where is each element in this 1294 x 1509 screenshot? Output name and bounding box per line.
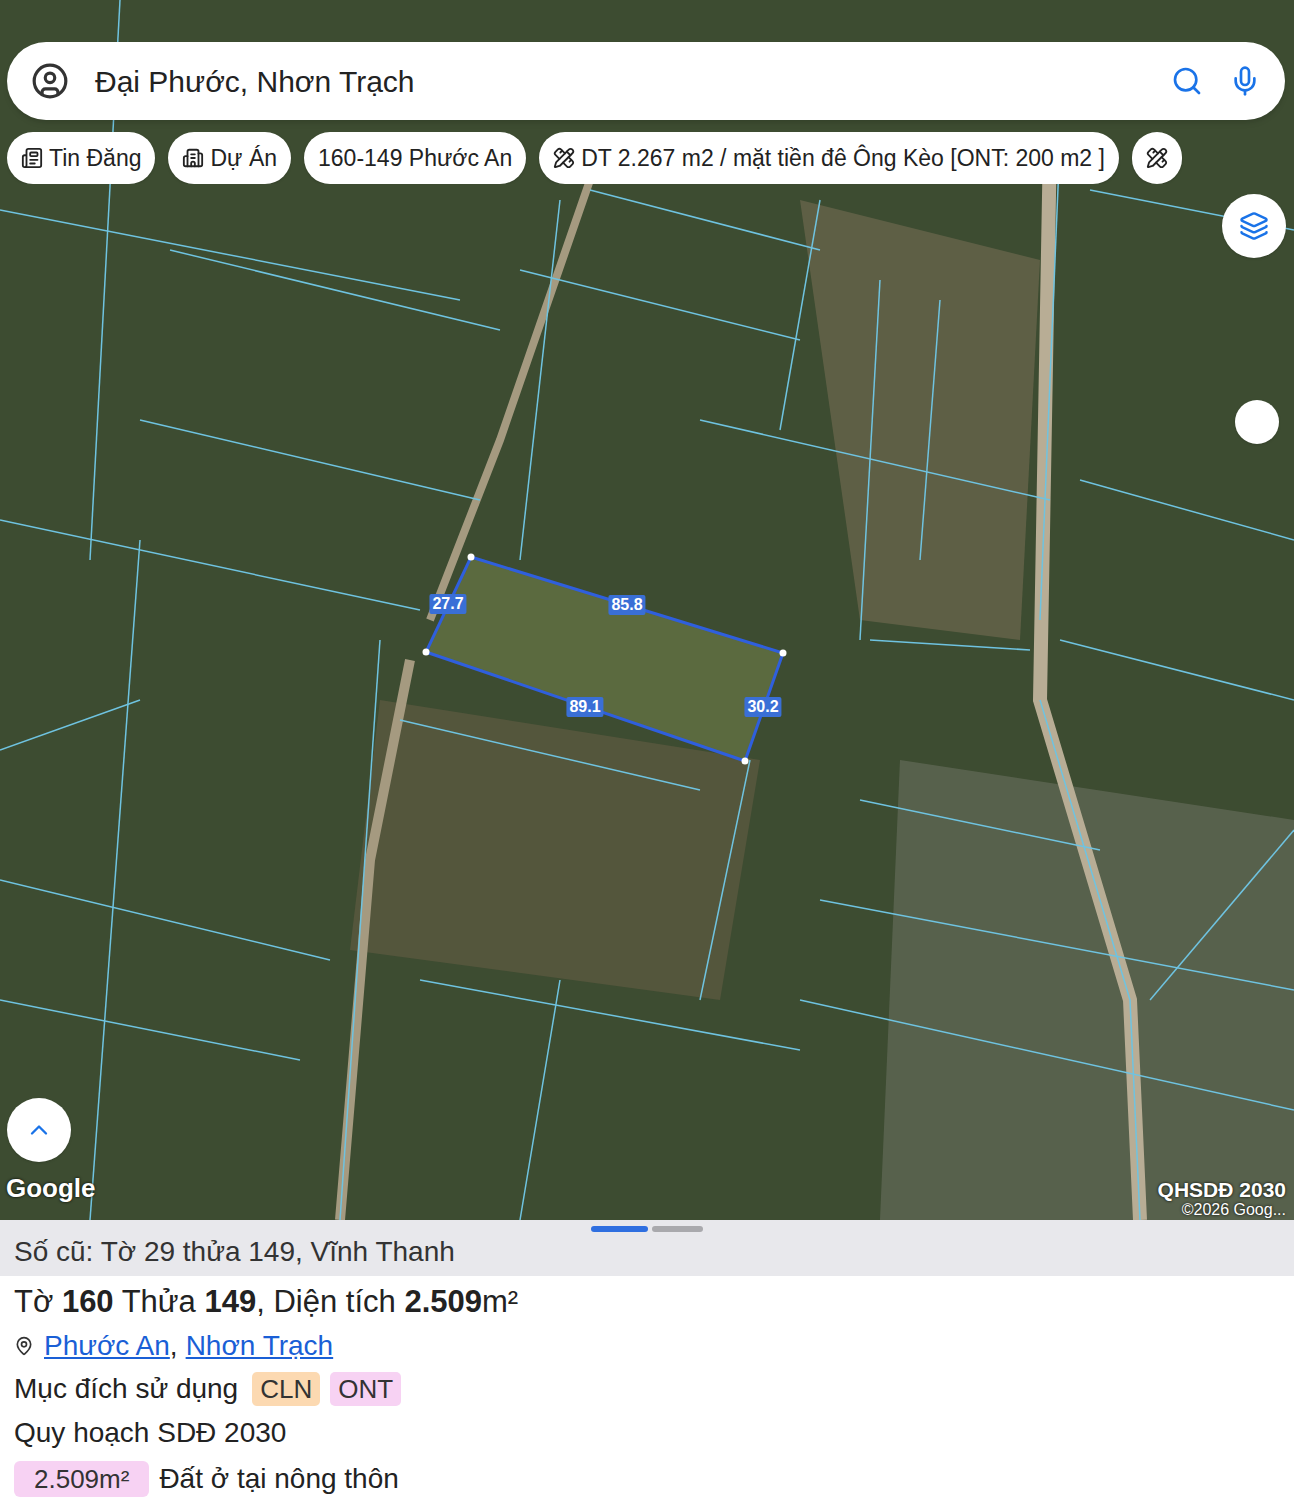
location-link[interactable]: Phước An: [44, 1324, 170, 1368]
plan-title: Quy hoạch SDĐ 2030: [14, 1410, 1280, 1456]
microphone-icon[interactable]: [1229, 65, 1261, 97]
edge-length-label: 30.2: [744, 697, 781, 717]
filter-chip[interactable]: [1132, 132, 1182, 184]
account-icon[interactable]: [31, 62, 69, 100]
layers-button[interactable]: [1222, 194, 1286, 258]
sheet-header: Số cũ: Tờ 29 thửa 149, Vĩnh Thanh: [0, 1220, 1294, 1276]
plan-area-tag: 2.509m²: [14, 1461, 149, 1497]
edge-length-label: 89.1: [566, 697, 603, 717]
map[interactable]: 27.7 85.8 89.1 30.2 Đại Phước, Nhơn Trạch Tin…: [0, 0, 1294, 1220]
filter-chip[interactable]: Tin Đăng: [7, 132, 155, 184]
page-indicator: [14, 1226, 1280, 1232]
edge-length-label: 27.7: [429, 594, 466, 614]
filter-chip[interactable]: DT 2.267 m2 / mặt tiền đê Ông Kèo [ONT: …: [539, 132, 1119, 184]
usage-row: Mục đích sử dụngCLNONT: [14, 1368, 1280, 1410]
usage-tag: ONT: [330, 1372, 401, 1406]
app: 27.7 85.8 89.1 30.2 Đại Phước, Nhơn Trạch Tin…: [0, 0, 1294, 1509]
filter-chip[interactable]: Dự Án: [168, 132, 291, 184]
expand-button[interactable]: [7, 1098, 71, 1162]
layers-icon: [1239, 211, 1269, 241]
parcel-details: Tờ 160 Thửa 149, Diện tích 2.509m²Phước …: [0, 1276, 1294, 1502]
location-row: Phước An,Nhơn Trạch: [14, 1324, 1280, 1368]
layer-name: QHSDĐ 2030: [1158, 1179, 1286, 1200]
usage-tag: CLN: [252, 1372, 320, 1406]
location-pin-icon: [14, 1336, 34, 1356]
filter-chip[interactable]: 160-149 Phước An: [304, 132, 526, 184]
search-icon[interactable]: [1171, 65, 1203, 97]
ruler-icon: [1146, 147, 1168, 169]
chip-row: Tin ĐăngDự Án160-149 Phước AnDT 2.267 m2…: [7, 132, 1294, 184]
page-dot[interactable]: [652, 1226, 703, 1232]
google-logo: Google: [6, 1169, 96, 1208]
parcel-title: Tờ 160 Thửa 149, Diện tích 2.509m²: [14, 1280, 1280, 1324]
ruler-icon: [553, 147, 575, 169]
slider-handle[interactable]: [1235, 400, 1279, 444]
news-icon: [21, 147, 43, 169]
edge-length-label: 85.8: [608, 595, 645, 615]
chevron-up-icon: [25, 1116, 53, 1144]
location-link[interactable]: Nhơn Trạch: [186, 1324, 334, 1368]
building-icon: [182, 147, 204, 169]
page-dot[interactable]: [591, 1226, 648, 1232]
search-bar[interactable]: Đại Phước, Nhơn Trạch: [7, 42, 1285, 120]
old-number: Số cũ: Tờ 29 thửa 149, Vĩnh Thanh: [14, 1234, 1280, 1270]
map-layer-info: QHSDĐ 2030 ©2026 Goog...: [1158, 1179, 1286, 1218]
plan-item: 2.509m²Đất ở tại nông thôn: [14, 1456, 1280, 1502]
bottom-sheet: Số cũ: Tờ 29 thửa 149, Vĩnh Thanh Tờ 160 …: [0, 1220, 1294, 1509]
copyright: ©2026 Goog...: [1182, 1202, 1286, 1218]
search-input[interactable]: Đại Phước, Nhơn Trạch: [95, 59, 1145, 104]
